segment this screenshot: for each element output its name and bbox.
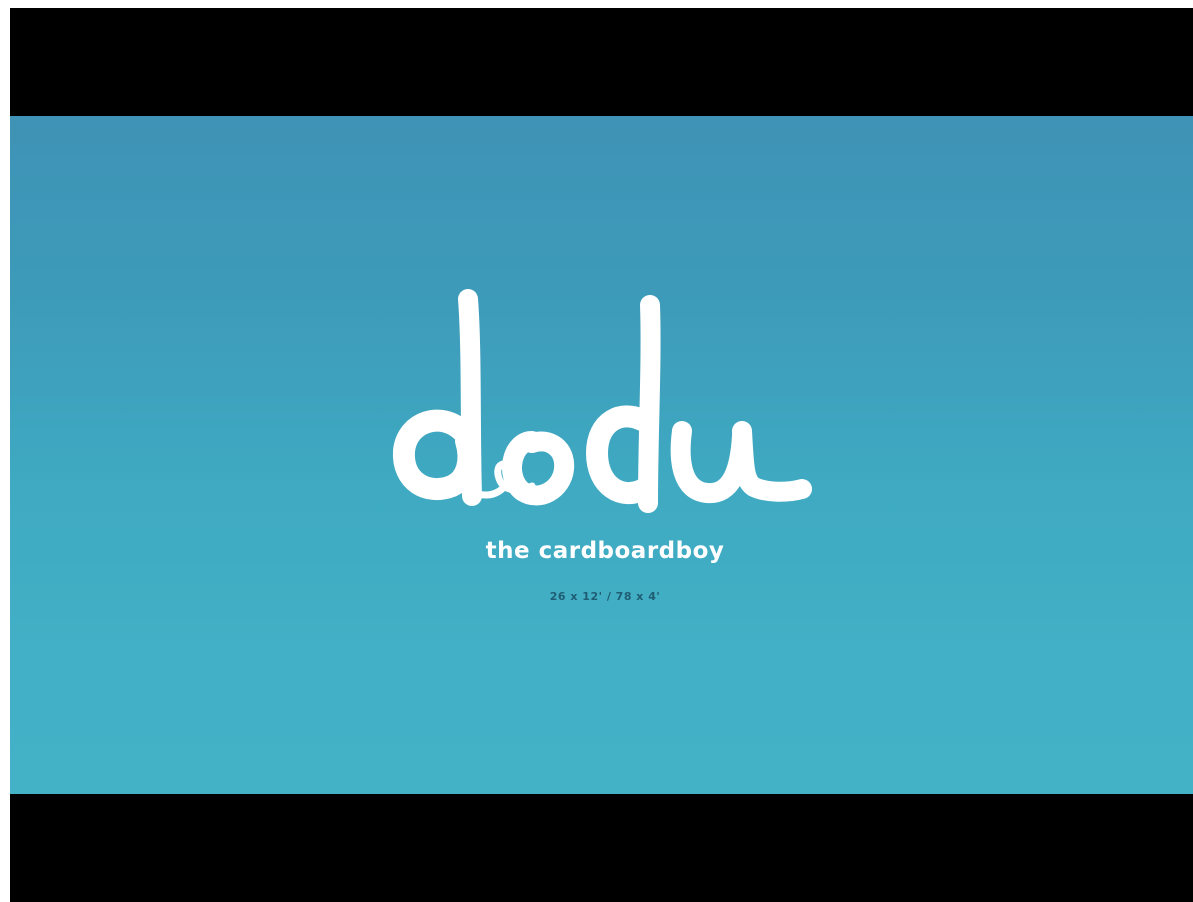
show-subtitle: the cardboardboy: [485, 538, 725, 564]
title-card: the cardboardboy 26 x 12' / 78 x 4': [10, 116, 1193, 794]
video-frame: the cardboardboy 26 x 12' / 78 x 4': [10, 8, 1193, 902]
episode-format: 26 x 12' / 78 x 4': [549, 590, 661, 603]
dodu-logo: [392, 289, 812, 513]
